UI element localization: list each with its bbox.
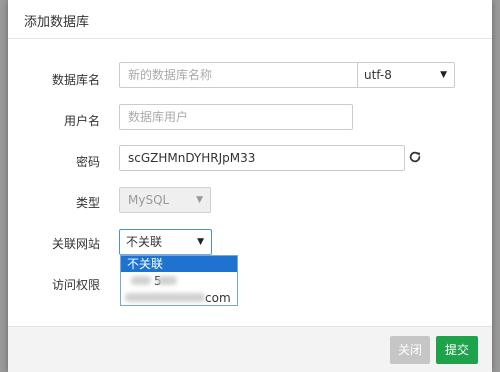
db-name-label: 数据库名 (51, 73, 100, 87)
caret-down-icon: ▼ (440, 70, 447, 80)
password-label: 密码 (75, 155, 100, 169)
charset-value: utf-8 (364, 68, 392, 82)
caret-down-icon: ▼ (196, 195, 203, 205)
redacted-mark (125, 293, 205, 302)
linked-site-dropdown: 不关联 5 com (120, 255, 238, 306)
add-database-dialog: 添加数据库 数据库名 新的数据库名称 utf-8 ▼ 用户名 数据库用户 密码 … (8, 0, 492, 372)
close-button[interactable]: 关闭 (390, 336, 430, 364)
dropdown-option[interactable]: 不关联 (121, 256, 237, 272)
linked-site-select[interactable]: 不关联 ▼ (119, 229, 212, 255)
dialog-header: 添加数据库 (8, 0, 492, 39)
redacted-mark (157, 276, 177, 285)
type-select: MySQL ▼ (119, 187, 211, 213)
dialog-footer: 关闭 提交 (8, 326, 492, 372)
refresh-icon[interactable] (408, 150, 422, 164)
access-label: 访问权限 (51, 278, 100, 292)
dialog-title: 添加数据库 (24, 15, 90, 30)
submit-button[interactable]: 提交 (436, 336, 478, 364)
username-label: 用户名 (63, 114, 100, 128)
db-name-input[interactable]: 新的数据库名称 (119, 62, 360, 88)
redacted-mark (131, 276, 151, 285)
charset-select[interactable]: utf-8 ▼ (357, 62, 455, 88)
linked-site-value: 不关联 (126, 235, 163, 249)
type-value: MySQL (128, 193, 170, 207)
linked-site-label: 关联网站 (51, 237, 100, 251)
type-label: 类型 (75, 196, 100, 210)
password-input[interactable]: scGZHMnDYHRJpM33 (119, 145, 405, 171)
caret-down-icon: ▼ (197, 237, 204, 247)
username-input[interactable]: 数据库用户 (119, 104, 353, 130)
